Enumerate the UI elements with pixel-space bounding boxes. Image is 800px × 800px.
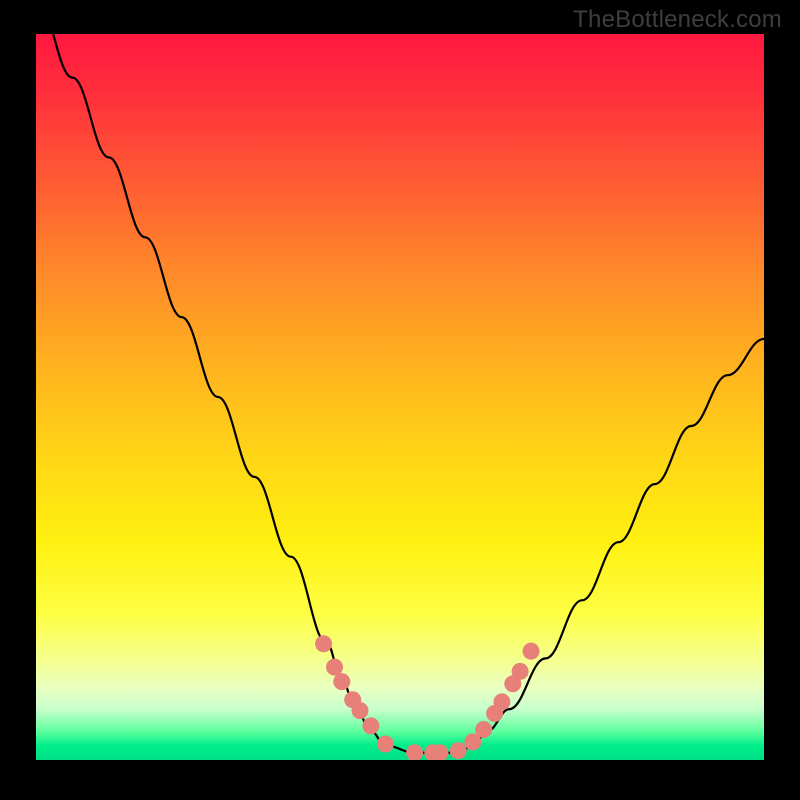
curve-layer [36,34,764,760]
plot-area [36,34,764,760]
watermark-text: TheBottleneck.com [573,6,782,34]
highlight-dot [315,635,332,652]
highlight-dot [493,693,510,710]
highlight-dot [523,643,540,660]
highlight-dot [362,717,379,734]
highlight-dot [377,736,394,753]
highlight-dot [450,742,467,759]
highlight-dot [475,721,492,738]
highlight-dot [406,744,423,760]
highlight-dot [333,673,350,690]
highlight-dot [352,702,369,719]
chart-container: TheBottleneck.com [0,0,800,800]
highlight-dot [326,659,343,676]
bottleneck-curve [36,34,764,753]
highlight-dot [512,663,529,680]
highlight-dots [315,635,539,760]
